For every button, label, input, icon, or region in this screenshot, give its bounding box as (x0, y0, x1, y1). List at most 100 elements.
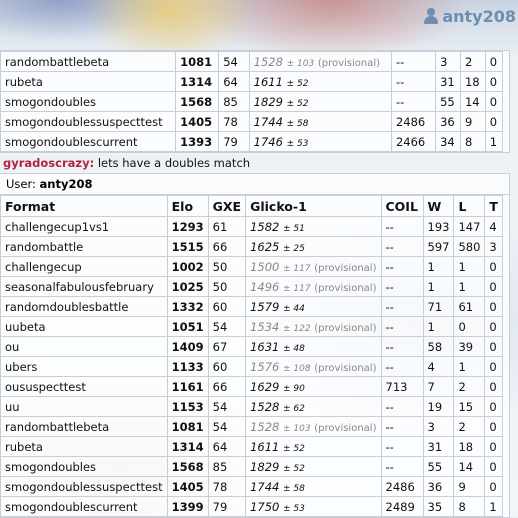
elo-cell: 1399 (166, 496, 209, 517)
user-label: User: (6, 177, 36, 191)
losses-cell: 0 (453, 316, 486, 337)
ties-cell: 0 (484, 336, 503, 357)
column-header-elo: Elo (166, 195, 209, 217)
username-label: anty208 (442, 6, 516, 26)
glicko-deviation: ± 52 (286, 78, 309, 89)
glicko-cell: 1746 ± 53 (248, 131, 392, 152)
losses-cell: 61 (453, 296, 486, 317)
chat-message: gyradoscrazy: lets have a doubles match (0, 153, 510, 173)
user-menu-button[interactable]: anty208 (424, 5, 516, 27)
elo-cell: 1405 (166, 476, 209, 497)
wins-cell: 36 (435, 111, 461, 132)
format-cell: smogondoublessuspecttest (0, 476, 168, 497)
glicko-deviation: ± 52 (283, 463, 305, 474)
wins-cell: 1 (422, 316, 455, 337)
gxe-cell: 66 (207, 236, 247, 257)
chat-log: randombattlebeta 1081 54 1528 ± 103 (provis… (0, 50, 510, 518)
losses-cell: 8 (459, 131, 486, 152)
table-row: challengecup1vs1 1293 61 1582 ± 51 -- 193 147 4 (0, 216, 503, 237)
losses-cell: 15 (453, 396, 486, 417)
wins-cell: 71 (422, 296, 455, 317)
glicko-value: 1629 (250, 379, 280, 394)
gxe-cell: 85 (207, 456, 247, 477)
coil-cell: -- (380, 436, 424, 457)
coil-cell: 2466 (390, 131, 437, 152)
glicko-cell: 1750 ± 53 (245, 496, 382, 517)
coil-cell: -- (380, 356, 424, 377)
glicko-value: 1579 (250, 299, 280, 314)
elo-cell: 1332 (166, 296, 209, 317)
format-cell: uu (0, 396, 168, 417)
format-cell: randomdoublesbattle (0, 296, 168, 317)
glicko-value: 1496 (250, 279, 280, 294)
losses-cell: 2 (453, 376, 486, 397)
table-row: rubeta 1314 64 1611 ± 52 -- 31 18 0 (0, 436, 503, 457)
glicko-value: 1528 (250, 419, 280, 434)
gxe-cell: 54 (218, 51, 250, 72)
ties-cell: 4 (484, 216, 503, 237)
glicko-value: 1631 (250, 339, 280, 354)
glicko-cell: 1579 ± 44 (245, 296, 382, 317)
provisional-tag: (provisional) (314, 362, 377, 374)
glicko-deviation: ± 52 (283, 443, 305, 454)
glicko-cell: 1631 ± 48 (245, 336, 382, 357)
glicko-deviation: ± 122 (283, 323, 311, 334)
gxe-cell: 54 (207, 416, 247, 437)
glicko-deviation: ± 108 (283, 363, 311, 374)
glicko-value: 1744 (253, 114, 283, 129)
glicko-cell: 1625 ± 25 (245, 236, 382, 257)
glicko-value: 1744 (250, 479, 280, 494)
wins-cell: 31 (435, 71, 461, 92)
wins-cell: 55 (422, 456, 455, 477)
glicko-cell: 1500 ± 117 (provisional) (245, 256, 382, 277)
glicko-deviation: ± 58 (286, 118, 309, 129)
wins-cell: 55 (435, 91, 461, 112)
glicko-deviation: ± 58 (283, 483, 305, 494)
glicko-cell: 1528 ± 103 (provisional) (245, 416, 382, 437)
format-cell: seasonalfabulousfebruary (0, 276, 168, 297)
gxe-cell: 64 (218, 71, 250, 92)
wins-cell: 31 (422, 436, 455, 457)
chat-username[interactable]: gyradoscrazy: (3, 156, 94, 170)
ladder-username[interactable]: anty208 (40, 177, 93, 191)
wins-cell: 1 (422, 256, 455, 277)
ties-cell: 3 (484, 236, 503, 257)
coil-cell: 2486 (390, 111, 437, 132)
glicko-value: 1611 (250, 439, 280, 454)
ties-cell: 0 (484, 296, 503, 317)
ties-cell: 1 (484, 131, 504, 152)
glicko-value: 1500 (250, 259, 280, 274)
losses-cell: 580 (453, 236, 486, 257)
ties-cell: 0 (484, 376, 503, 397)
glicko-cell: 1582 ± 51 (245, 216, 382, 237)
coil-cell: -- (390, 91, 437, 112)
table-row: uu 1153 54 1528 ± 62 -- 19 15 0 (0, 396, 503, 417)
table-row: randomdoublesbattle 1332 60 1579 ± 44 -- 71 61… (0, 296, 503, 317)
losses-cell: 1 (453, 256, 486, 277)
gxe-cell: 67 (207, 336, 247, 357)
glicko-deviation: ± 53 (283, 503, 305, 514)
ties-cell: 0 (484, 476, 503, 497)
format-cell: smogondoublessuspecttest (0, 111, 177, 132)
glicko-value: 1582 (250, 219, 280, 234)
glicko-cell: 1528 ± 103 (provisional) (248, 51, 392, 72)
provisional-tag: (provisional) (314, 422, 377, 434)
glicko-deviation: ± 62 (283, 403, 305, 414)
glicko-deviation: ± 103 (283, 423, 311, 434)
glicko-cell: 1611 ± 52 (248, 71, 392, 92)
glicko-deviation: ± 48 (283, 343, 305, 354)
table-row: seasonalfabulousfebruary 1025 50 1496 ± 117… (0, 276, 503, 297)
elo-cell: 1568 (175, 91, 220, 112)
coil-cell: -- (380, 276, 424, 297)
gxe-cell: 66 (207, 376, 247, 397)
glicko-cell: 1576 ± 108 (provisional) (245, 356, 382, 377)
ties-cell: 0 (484, 416, 503, 437)
glicko-deviation: ± 51 (283, 223, 305, 234)
elo-cell: 1133 (166, 356, 209, 377)
coil-cell: 713 (380, 376, 424, 397)
gxe-cell: 85 (218, 91, 250, 112)
glicko-cell: 1744 ± 58 (248, 111, 392, 132)
losses-cell: 1 (453, 276, 486, 297)
losses-cell: 2 (453, 416, 486, 437)
ties-cell: 1 (484, 496, 503, 517)
